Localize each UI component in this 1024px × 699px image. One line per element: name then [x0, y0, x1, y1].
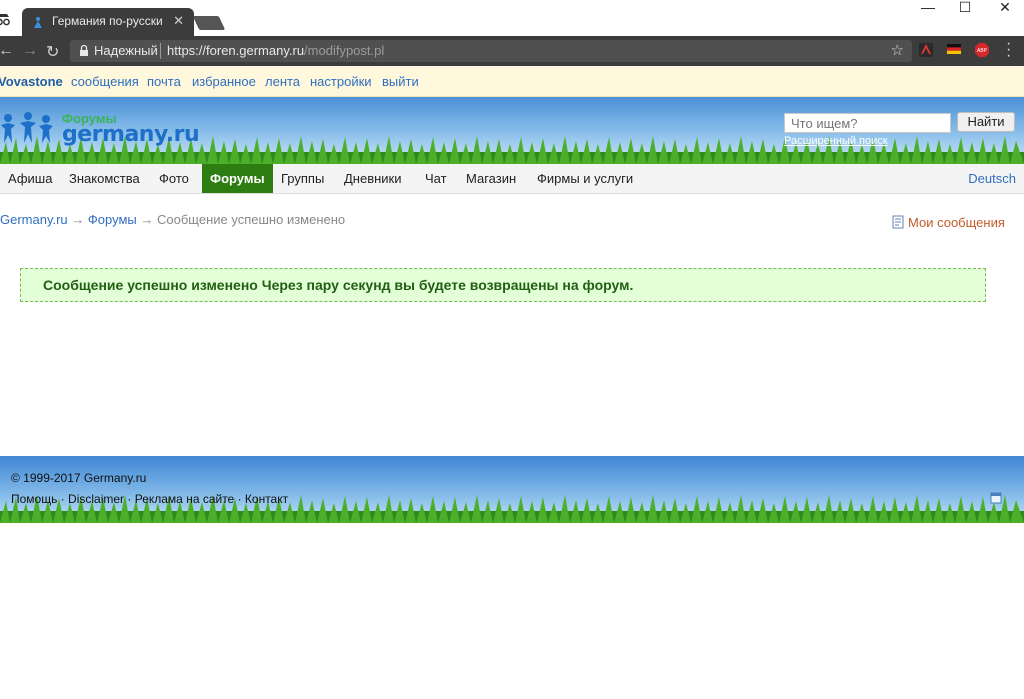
search-button[interactable]: Найти [957, 112, 1015, 132]
userbar-link-mail[interactable]: почта [147, 74, 181, 89]
nav-item-shop[interactable]: Магазин [458, 164, 524, 193]
userbar-link-logout[interactable]: выйти [382, 74, 419, 89]
tab-close-icon[interactable]: ✕ [173, 13, 184, 29]
main-navigation: Афиша Знакомства Фото Форумы Группы Днев… [0, 164, 1024, 194]
success-message-text: Сообщение успешно изменено Через пару се… [43, 277, 634, 293]
nav-item-afisha[interactable]: Афиша [0, 164, 60, 193]
browser-tab[interactable]: Германия по-русски ✕ [22, 8, 194, 36]
nav-item-groups[interactable]: Группы [273, 164, 332, 193]
breadcrumb: Germany.ru → Форумы → Сообщение успешно … [0, 212, 345, 227]
userbar-link-settings[interactable]: настройки [310, 74, 372, 89]
site-footer: © 1999-2017 Germany.ru Помощь · Disclaim… [0, 456, 1024, 523]
forward-icon[interactable]: → [22, 42, 38, 60]
star-icon[interactable]: ☆ [891, 41, 904, 59]
close-window-button[interactable]: ✕ [985, 0, 1024, 14]
minimize-button[interactable]: — [908, 0, 948, 14]
language-switch-link[interactable]: Deutsch [968, 164, 1016, 193]
maximize-button[interactable]: ☐ [945, 0, 985, 14]
new-tab-button[interactable] [192, 16, 226, 30]
userbar-link-feed[interactable]: лента [265, 74, 300, 89]
my-messages-link[interactable]: Мои сообщения [892, 215, 1005, 230]
favicon-icon [34, 17, 42, 28]
nav-item-firms[interactable]: Фирмы и услуги [529, 164, 641, 193]
user-bar: Vovastone сообщения почта избранное лент… [0, 66, 1024, 97]
url-path: /modifypost.pl [304, 43, 385, 58]
advanced-search-link[interactable]: Расширенный поиск [784, 135, 888, 147]
footer-copyright: © 1999-2017 Germany.ru [11, 471, 147, 485]
footer-link-contact[interactable]: Контакт [245, 492, 288, 506]
secure-label: Надежный [94, 43, 158, 58]
messages-icon [892, 215, 904, 229]
footer-link-advertising[interactable]: Реклама на сайте [135, 492, 235, 506]
nav-item-forums[interactable]: Форумы [202, 164, 273, 193]
lock-icon [80, 45, 88, 56]
search-input[interactable] [784, 113, 951, 133]
svg-text:ABP: ABP [977, 48, 988, 54]
nav-item-photo[interactable]: Фото [151, 164, 197, 193]
reload-icon[interactable]: ↻ [46, 42, 59, 62]
nav-item-chat[interactable]: Чат [417, 164, 455, 193]
tab-title: Германия по-русски [52, 14, 163, 28]
logo-people-icon [1, 112, 53, 143]
address-separator [160, 43, 161, 59]
footer-link-help[interactable]: Помощь [11, 492, 57, 506]
address-bar[interactable]: Надежный https://foren.germany.ru/modify… [70, 40, 912, 62]
userbar-link-messages[interactable]: сообщения [71, 74, 139, 89]
pdf-extension-icon[interactable] [919, 43, 933, 57]
footer-links: Помощь · Disclaimer · Реклама на сайте ·… [11, 492, 289, 506]
userbar-link-favorites[interactable]: избранное [192, 74, 256, 89]
flag-extension-icon[interactable] [947, 44, 961, 54]
my-messages-label: Мои сообщения [908, 215, 1005, 230]
url-text[interactable]: https://foren.germany.ru/modifypost.pl [167, 43, 384, 58]
breadcrumb-separator: → [71, 212, 85, 227]
url-host: https://foren.germany.ru [167, 43, 305, 58]
adblock-extension-icon[interactable]: ABP [975, 43, 989, 57]
menu-icon[interactable]: · · · [1006, 36, 1011, 64]
site-header: Форумы germany.ru Найти Расширенный поис… [0, 97, 1024, 164]
nav-item-diaries[interactable]: Дневники [336, 164, 410, 193]
incognito-icon [0, 14, 10, 26]
breadcrumb-separator: → [140, 212, 154, 227]
breadcrumb-forums-link[interactable]: Форумы [88, 212, 137, 227]
breadcrumb-current: Сообщение успешно изменено [157, 212, 346, 227]
username-link[interactable]: Vovastone [0, 74, 63, 89]
logo-site-name[interactable]: germany.ru [62, 122, 200, 147]
breadcrumb-root-link[interactable]: Germany.ru [0, 212, 68, 227]
browser-tab-strip: Германия по-русски ✕ — ☐ ✕ [0, 0, 1024, 36]
footer-icon[interactable] [990, 492, 1002, 504]
browser-toolbar: ← → ↻ Надежный https://foren.germany.ru/… [0, 36, 1024, 66]
footer-link-disclaimer[interactable]: Disclaimer [68, 492, 124, 506]
nav-item-dating[interactable]: Знакомства [61, 164, 148, 193]
success-message-box: Сообщение успешно изменено Через пару се… [20, 268, 986, 302]
back-icon[interactable]: ← [0, 42, 14, 60]
